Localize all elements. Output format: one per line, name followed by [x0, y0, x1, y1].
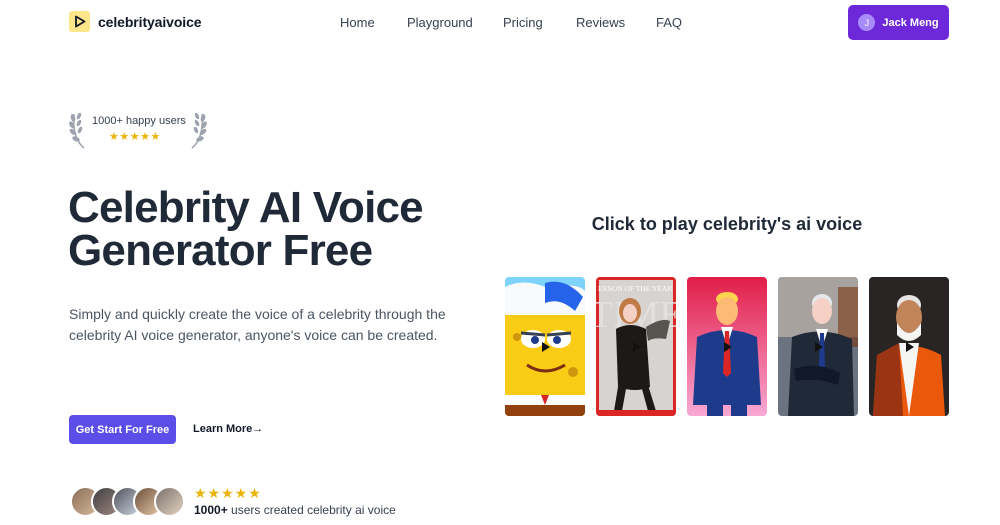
magazine-cover-card[interactable]: ERSON OF THE YEAR TIME [596, 277, 676, 416]
user-name: Jack Meng [882, 16, 939, 29]
happy-users-text: 1000+ happy users [92, 115, 186, 127]
play-icon [542, 342, 550, 352]
title-line-1: Celebrity AI Voice [68, 183, 424, 232]
proof-count: 1000+ [194, 503, 228, 517]
trump-card[interactable] [687, 277, 767, 416]
play-icon [724, 342, 732, 352]
get-started-button[interactable]: Get Start For Free [69, 415, 176, 444]
page-title: Celebrity AI Voice Generator Free [68, 183, 488, 275]
modi-card[interactable] [869, 277, 949, 416]
play-icon [815, 342, 823, 352]
title-line-2: Generator Free [68, 226, 373, 275]
magazine-cover-text: ERSON OF THE YEAR [598, 284, 672, 293]
proof-label: users created celebrity ai voice [227, 503, 396, 517]
user-avatars [70, 486, 190, 518]
play-section-title: Click to play celebrity's ai voice [591, 214, 863, 234]
proof-text: 1000+ users created celebrity ai voice [194, 503, 396, 517]
avatar [154, 486, 185, 517]
play-icon [906, 342, 914, 352]
nav-faq[interactable]: FAQ [656, 15, 682, 30]
nav-playground[interactable]: Playground [407, 15, 473, 30]
avatar: J [858, 14, 876, 31]
site-header: celebrityaivoice Home Playground Pricing… [0, 0, 1000, 44]
spongebob-card[interactable] [505, 277, 585, 416]
proof-rating-stars: ★★★★★ [194, 485, 262, 501]
happy-users-badge: 1000+ happy users ★★★★★ [68, 108, 208, 150]
rating-stars: ★★★★★ [109, 131, 161, 143]
celebrity-cards: ERSON OF THE YEAR TIME [505, 277, 950, 416]
laurel-right-icon [191, 112, 207, 149]
biden-card[interactable] [778, 277, 858, 416]
learn-more-link[interactable]: Learn More→ [193, 423, 263, 435]
nav-pricing[interactable]: Pricing [503, 15, 543, 30]
user-menu-button[interactable]: J Jack Meng [848, 5, 949, 40]
laurel-left-icon [69, 112, 85, 149]
play-icon [633, 342, 641, 352]
logo-text: celebrityaivoice [98, 13, 202, 30]
nav-home[interactable]: Home [340, 15, 375, 30]
logo[interactable]: celebrityaivoice [69, 11, 202, 32]
play-logo-icon [69, 11, 90, 32]
hero-description: Simply and quickly create the voice of a… [69, 306, 446, 343]
nav-reviews[interactable]: Reviews [576, 15, 625, 30]
